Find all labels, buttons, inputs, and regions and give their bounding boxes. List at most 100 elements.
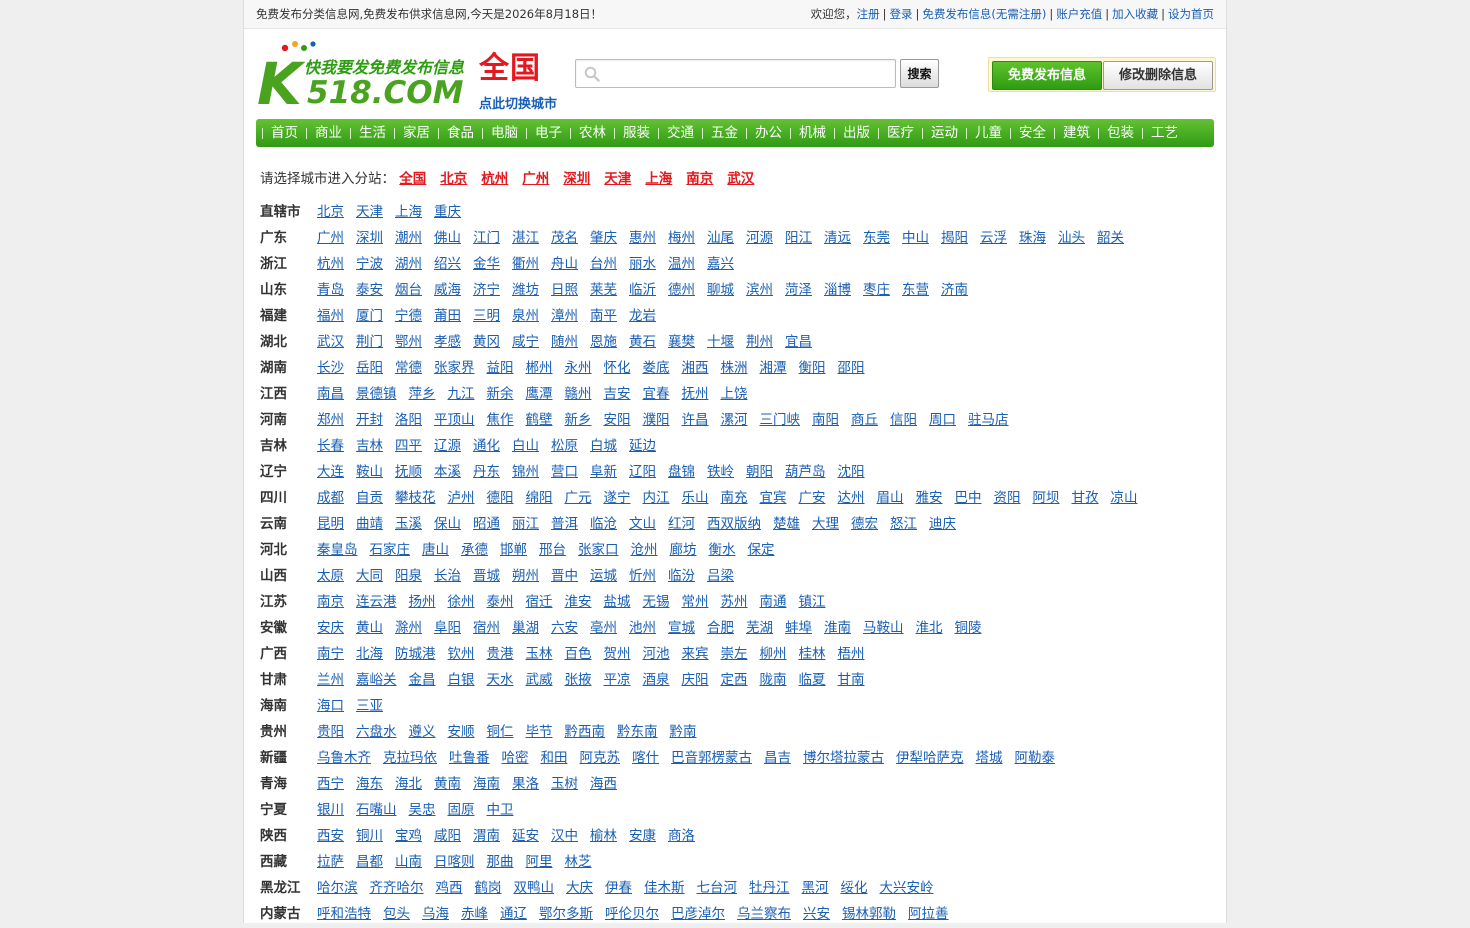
city-link[interactable]: 洛阳 xyxy=(395,408,422,434)
city-link[interactable]: 晋中 xyxy=(551,564,578,590)
city-link[interactable]: 铜川 xyxy=(356,824,383,850)
city-link[interactable]: 岳阳 xyxy=(356,356,383,382)
city-link[interactable]: 喀什 xyxy=(632,746,659,772)
city-link[interactable]: 莱芜 xyxy=(590,278,617,304)
city-link[interactable]: 迪庆 xyxy=(929,512,956,538)
city-link[interactable]: 阜新 xyxy=(590,460,617,486)
city-link[interactable]: 咸阳 xyxy=(434,824,461,850)
city-link[interactable]: 嘉兴 xyxy=(707,252,734,278)
city-link[interactable]: 遵义 xyxy=(409,720,436,746)
city-link[interactable]: 黄南 xyxy=(434,772,461,798)
city-link[interactable]: 绥化 xyxy=(841,876,868,902)
city-link[interactable]: 南宁 xyxy=(317,642,344,668)
city-link[interactable]: 达州 xyxy=(838,486,865,512)
city-link[interactable]: 东莞 xyxy=(863,226,890,252)
city-link[interactable]: 七台河 xyxy=(697,876,738,902)
city-link[interactable]: 临沂 xyxy=(629,278,656,304)
city-link[interactable]: 唐山 xyxy=(422,538,449,564)
city-link[interactable]: 巴中 xyxy=(955,486,982,512)
city-link[interactable]: 张家口 xyxy=(578,538,619,564)
city-link[interactable]: 梅州 xyxy=(668,226,695,252)
city-link[interactable]: 自贡 xyxy=(356,486,383,512)
city-link[interactable]: 临汾 xyxy=(668,564,695,590)
city-link[interactable]: 滨州 xyxy=(746,278,773,304)
city-link[interactable]: 曲靖 xyxy=(356,512,383,538)
city-link[interactable]: 中卫 xyxy=(487,798,514,824)
city-link[interactable]: 恩施 xyxy=(590,330,617,356)
city-link[interactable]: 阿坝 xyxy=(1033,486,1060,512)
city-link[interactable]: 黔西南 xyxy=(565,720,606,746)
city-link[interactable]: 襄樊 xyxy=(668,330,695,356)
city-link[interactable]: 重庆 xyxy=(434,200,461,226)
city-link[interactable]: 亳州 xyxy=(590,616,617,642)
nav-item[interactable]: 工艺 xyxy=(1142,119,1186,147)
city-link[interactable]: 大连 xyxy=(317,460,344,486)
city-link[interactable]: 兰州 xyxy=(317,668,344,694)
city-link[interactable]: 阿克苏 xyxy=(580,746,621,772)
city-link[interactable]: 台州 xyxy=(590,252,617,278)
city-link[interactable]: 嘉峪关 xyxy=(356,668,397,694)
city-link[interactable]: 来宾 xyxy=(682,642,709,668)
city-link[interactable]: 商丘 xyxy=(851,408,878,434)
city-link[interactable]: 玉树 xyxy=(551,772,578,798)
city-link[interactable]: 朝阳 xyxy=(746,460,773,486)
city-link[interactable]: 濮阳 xyxy=(643,408,670,434)
city-link[interactable]: 荆州 xyxy=(746,330,773,356)
city-link[interactable]: 池州 xyxy=(629,616,656,642)
city-link[interactable]: 庆阳 xyxy=(682,668,709,694)
city-link[interactable]: 百色 xyxy=(565,642,592,668)
city-link[interactable]: 九江 xyxy=(448,382,475,408)
nav-item[interactable]: 食品 xyxy=(438,119,482,147)
city-link[interactable]: 通辽 xyxy=(500,902,527,928)
city-link[interactable]: 云浮 xyxy=(980,226,1007,252)
city-link[interactable]: 齐齐哈尔 xyxy=(370,876,424,902)
city-link[interactable]: 阿勒泰 xyxy=(1015,746,1056,772)
city-link[interactable]: 鹤岗 xyxy=(475,876,502,902)
city-link[interactable]: 廊坊 xyxy=(670,538,697,564)
city-link[interactable]: 宣城 xyxy=(668,616,695,642)
city-link[interactable]: 合肥 xyxy=(707,616,734,642)
city-link[interactable]: 林芝 xyxy=(565,850,592,876)
city-link[interactable]: 新余 xyxy=(487,382,514,408)
city-link[interactable]: 银川 xyxy=(317,798,344,824)
city-link[interactable]: 张掖 xyxy=(565,668,592,694)
city-link[interactable]: 景德镇 xyxy=(356,382,397,408)
city-link[interactable]: 乌鲁木齐 xyxy=(317,746,371,772)
city-link[interactable]: 锡林郭勒 xyxy=(842,902,896,928)
city-link[interactable]: 海东 xyxy=(356,772,383,798)
featured-site-link[interactable]: 广州 xyxy=(522,171,549,187)
register-link[interactable]: 注册 xyxy=(857,7,880,21)
city-link[interactable]: 北海 xyxy=(356,642,383,668)
city-link[interactable]: 陇南 xyxy=(760,668,787,694)
city-link[interactable]: 昭通 xyxy=(473,512,500,538)
city-link[interactable]: 西双版纳 xyxy=(707,512,761,538)
city-link[interactable]: 淄博 xyxy=(824,278,851,304)
search-button[interactable]: 搜索 xyxy=(900,59,939,88)
city-link[interactable]: 广安 xyxy=(799,486,826,512)
city-link[interactable]: 潮州 xyxy=(395,226,422,252)
city-link[interactable]: 雅安 xyxy=(916,486,943,512)
nav-item[interactable]: 五金 xyxy=(702,119,746,147)
city-link[interactable]: 眉山 xyxy=(877,486,904,512)
city-link[interactable]: 揭阳 xyxy=(941,226,968,252)
city-link[interactable]: 黑河 xyxy=(802,876,829,902)
city-link[interactable]: 宿州 xyxy=(473,616,500,642)
city-link[interactable]: 四平 xyxy=(395,434,422,460)
city-link[interactable]: 阳泉 xyxy=(395,564,422,590)
city-link[interactable]: 榆林 xyxy=(590,824,617,850)
edit-delete-button[interactable]: 修改删除信息 xyxy=(1103,61,1213,90)
city-link[interactable]: 蚌埠 xyxy=(785,616,812,642)
city-link[interactable]: 赤峰 xyxy=(461,902,488,928)
city-link[interactable]: 哈尔滨 xyxy=(317,876,358,902)
city-link[interactable]: 三亚 xyxy=(356,694,383,720)
city-link[interactable]: 毕节 xyxy=(526,720,553,746)
city-link[interactable]: 泰安 xyxy=(356,278,383,304)
city-link[interactable]: 博尔塔拉蒙古 xyxy=(803,746,884,772)
city-link[interactable]: 铁岭 xyxy=(707,460,734,486)
city-link[interactable]: 兴安 xyxy=(803,902,830,928)
city-link[interactable]: 本溪 xyxy=(434,460,461,486)
city-link[interactable]: 咸宁 xyxy=(512,330,539,356)
city-link[interactable]: 乐山 xyxy=(682,486,709,512)
city-link[interactable]: 宜昌 xyxy=(785,330,812,356)
city-link[interactable]: 茂名 xyxy=(551,226,578,252)
